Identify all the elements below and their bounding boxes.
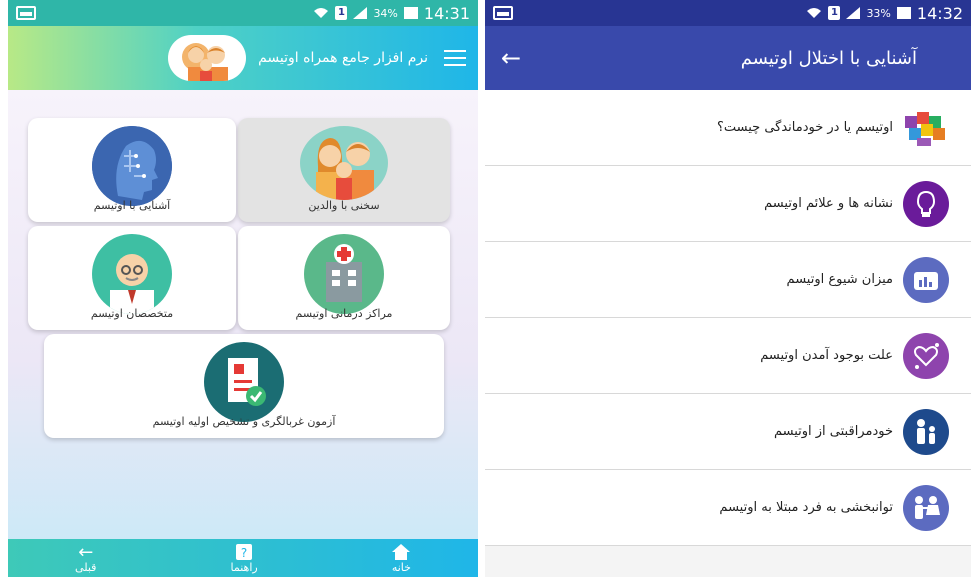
status-bar: 1 34% 14:31 [8, 0, 478, 26]
screenshot-notification-icon [493, 6, 513, 20]
nav-label: خانه [391, 561, 411, 574]
battery-percent: 33% [866, 6, 891, 20]
back-arrow-icon[interactable]: ← [501, 44, 541, 72]
clock: 14:32 [916, 3, 963, 23]
list-item-label: اوتیسم یا در خودماندگی چیست؟ [716, 120, 893, 135]
home-content: سخنی با والدین آشنایی با اوتیسم مراکز در… [8, 90, 478, 539]
list-item-label: علت بوجود آمدن اوتیسم [760, 348, 893, 363]
family-logo-icon [168, 35, 247, 81]
heart-molecule-icon [903, 332, 949, 379]
brain-bulb-icon [903, 180, 949, 227]
card-about-autism[interactable]: آشنایی با اوتیسم [28, 118, 236, 222]
nav-help[interactable]: ? راهنما [231, 539, 258, 574]
sim-icon: 1 [335, 6, 348, 20]
head-circuit-icon [92, 126, 172, 206]
wifi-icon [314, 8, 329, 18]
card-treatment-centers[interactable]: مراکز درمانی اوتیسم [238, 226, 450, 330]
signal-icon [353, 7, 368, 19]
battery-icon [403, 7, 418, 19]
list-item-self-care[interactable]: خودمراقبتی از اوتیسم [485, 394, 971, 470]
statistics-icon [903, 256, 949, 303]
battery-icon [896, 7, 911, 19]
card-parents[interactable]: سخنی با والدین [238, 118, 450, 222]
app-header: ← آشنایی با اختلال اوتیسم [485, 26, 971, 90]
menu-icon[interactable] [444, 50, 466, 66]
svg-text:?: ? [241, 546, 247, 560]
screenshot-notification-icon [16, 6, 36, 20]
family-icon [903, 408, 949, 455]
status-bar: 1 33% 14:32 [485, 0, 971, 26]
arrow-left-icon: ← [78, 541, 94, 563]
nav-label: قبلی [75, 561, 97, 574]
card-label: آزمون غربالگری و تشخیص اولیه اوتیسم [152, 415, 336, 428]
card-label: مراکز درمانی اوتیسم [295, 307, 393, 320]
battery-percent: 34% [373, 6, 398, 20]
list-item-prevalence[interactable]: میزان شیوع اوتیسم [485, 242, 971, 318]
list-item-what-is-autism[interactable]: اوتیسم یا در خودماندگی چیست؟ [485, 90, 971, 166]
puzzle-head-icon [903, 104, 949, 151]
card-screening-test[interactable]: آزمون غربالگری و تشخیص اولیه اوتیسم [44, 334, 444, 438]
nav-back[interactable]: ← قبلی [75, 539, 97, 575]
home-icon [392, 543, 411, 561]
sim-icon: 1 [828, 6, 841, 20]
children-icon [903, 484, 949, 531]
list-item-rehabilitation[interactable]: توانبخشی به فرد مبتلا به اوتیسم [485, 470, 971, 546]
list-item-label: میزان شیوع اوتیسم [786, 272, 893, 287]
app-header: نرم افزار جامع همراه اوتیسم [8, 26, 478, 90]
parents-icon [300, 126, 388, 200]
topic-list: اوتیسم یا در خودماندگی چیست؟ نشانه ها و … [485, 90, 971, 546]
list-item-label: توانبخشی به فرد مبتلا به اوتیسم [719, 500, 893, 515]
bottom-navigation: ← قبلی ? راهنما خانه [8, 539, 478, 577]
signal-icon [846, 7, 861, 19]
clock: 14:31 [423, 3, 470, 23]
list-item-label: نشانه ها و علائم اوتیسم [764, 196, 893, 211]
nav-home[interactable]: خانه [392, 539, 411, 574]
card-label: متخصصان اوتیسم [90, 307, 174, 320]
app-title: نرم افزار جامع همراه اوتیسم [258, 50, 428, 66]
help-icon: ? [236, 543, 253, 561]
wifi-icon [807, 8, 822, 18]
page-title: آشنایی با اختلال اوتیسم [740, 47, 917, 69]
list-item-label: خودمراقبتی از اوتیسم [773, 424, 893, 439]
card-specialists[interactable]: متخصصان اوتیسم [28, 226, 236, 330]
list-item-causes[interactable]: علت بوجود آمدن اوتیسم [485, 318, 971, 394]
about-autism-screen: 1 33% 14:32 ← آشنایی با اختلال اوتیسم او… [485, 0, 971, 577]
hospital-icon [304, 234, 384, 314]
home-screen: 1 34% 14:31 نرم افزار جامع همراه اوتیسم [8, 0, 478, 577]
card-label: سخنی با والدین [308, 199, 380, 212]
medical-report-icon [204, 342, 284, 422]
card-label: آشنایی با اوتیسم [93, 199, 171, 212]
doctor-icon [92, 234, 172, 314]
list-item-signs-symptoms[interactable]: نشانه ها و علائم اوتیسم [485, 166, 971, 242]
nav-label: راهنما [230, 561, 258, 574]
